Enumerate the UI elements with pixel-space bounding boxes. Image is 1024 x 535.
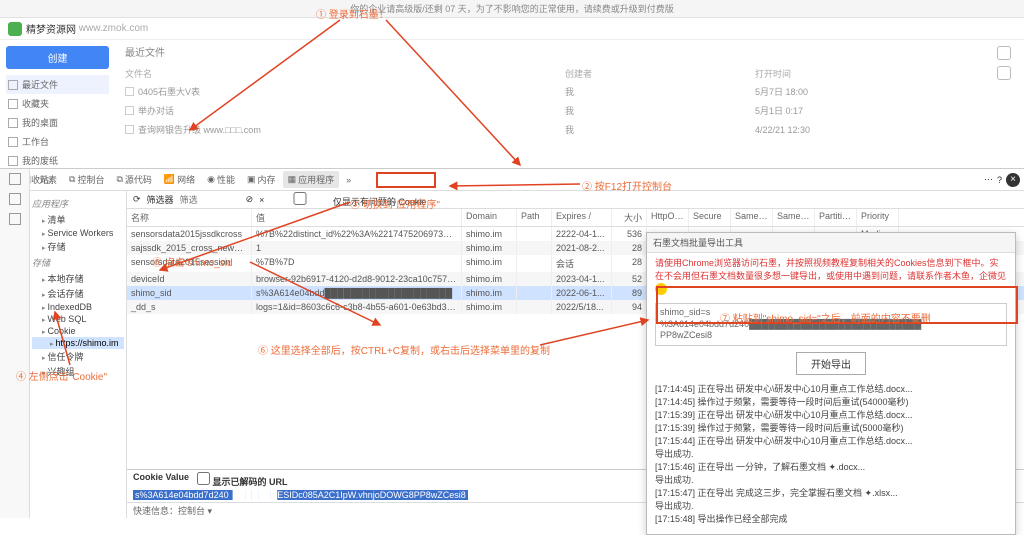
tab-more[interactable]: » — [341, 173, 356, 187]
sb-interest[interactable]: 兴趣组 — [32, 364, 124, 379]
nav-fav[interactable]: 收藏夹 — [6, 94, 109, 113]
devtools-sidebar: 应用程序 清单 Service Workers 存储 存储 本地存储 会话存储 … — [30, 191, 127, 518]
site-name: 精梦资源网 — [26, 21, 76, 36]
export-tool-popup: 石墨文档批量导出工具 请使用Chrome浏览器访问石墨，并按照视频教程复制相关的… — [646, 232, 1016, 535]
dots-icon[interactable]: ⋯ — [984, 174, 993, 185]
sb-websql[interactable]: Web SQL — [32, 313, 124, 325]
avatar-icon[interactable] — [997, 66, 1011, 80]
shimo-leftnav: 创建 最近文件 收藏夹 我的桌面 工作台 我的废纸 回收站 — [0, 40, 115, 168]
sb-manifest[interactable]: 清单 — [32, 212, 124, 227]
shimo-app: 创建 最近文件 收藏夹 我的桌面 工作台 我的废纸 回收站 最近文件 文件名创建… — [0, 40, 1024, 168]
decode-url-check[interactable]: 显示已解码的 URL — [197, 472, 288, 488]
only-issues-check[interactable]: 仅显示有问题的 Cookie — [270, 192, 426, 208]
sb-idb[interactable]: IndexedDB — [32, 301, 124, 313]
sb-sw[interactable]: Service Workers — [32, 227, 124, 239]
export-log: [17:14:45] 正在导出 研发中心\研发中心10月重点工作总结.docx.… — [647, 381, 1015, 535]
cookie-filter-bar: ⟳ 筛选器 ⊘ × 仅显示有问题的 Cookie — [127, 191, 1024, 209]
clear-icon[interactable]: ⊘ — [246, 194, 254, 205]
star-icon — [8, 99, 18, 109]
desktop-icon — [8, 118, 18, 128]
cookie-thead: 名称 值 Domain Path Expires / 大小 HttpOnly S… — [127, 209, 1024, 227]
file-header: 文件名创建者打开时间 — [125, 65, 974, 82]
tab-sources[interactable]: ⧉ 源代码 — [111, 171, 156, 188]
checkbox-icon[interactable] — [125, 87, 134, 96]
tab-elements[interactable]: 元素 — [34, 171, 62, 188]
site-url: www.zmok.com — [79, 23, 148, 34]
start-export-button[interactable]: 开始导出 — [796, 352, 866, 375]
tab-application[interactable]: ▦ 应用程序 — [283, 171, 340, 188]
shimo-right-tools — [984, 40, 1024, 168]
site-bar: 精梦资源网 www.zmok.com — [0, 18, 1024, 40]
sb-storage[interactable]: 存储 — [32, 239, 124, 254]
delete-icon[interactable]: × — [259, 195, 264, 205]
inspect-icon[interactable] — [9, 173, 21, 185]
section-title: 最近文件 — [125, 44, 974, 59]
file-row[interactable]: 举办对话我5月1日 0:17 — [125, 101, 974, 120]
file-row[interactable]: 0405石墨大V表我5月7日 18:00 — [125, 82, 974, 101]
sb-app-header: 应用程序 — [32, 197, 124, 210]
create-button[interactable]: 创建 — [6, 46, 109, 69]
nav-work[interactable]: 工作台 — [6, 132, 109, 151]
folder-icon — [8, 156, 18, 166]
rss-icon — [8, 137, 18, 147]
nav-recent[interactable]: 最近文件 — [6, 75, 109, 94]
site-logo-icon — [8, 22, 22, 36]
tab-perf[interactable]: ◉ 性能 — [202, 171, 240, 188]
cookie-value-label: Cookie Value — [133, 472, 189, 488]
close-icon[interactable]: × — [1006, 173, 1020, 187]
tab-memory[interactable]: ▣ 内存 — [242, 171, 281, 188]
devtools-iconcol — [0, 169, 30, 518]
nav-desktop[interactable]: 我的桌面 — [6, 113, 109, 132]
tab-network[interactable]: 📶 网络 — [159, 171, 200, 188]
devtools-tabs: 元素 ⧉ 控制台 ⧉ 源代码 📶 网络 ◉ 性能 ▣ 内存 ▦ 应用程序 » ⋯… — [30, 169, 1024, 191]
checkbox-icon[interactable] — [125, 106, 134, 115]
refresh-icon[interactable]: ⟳ — [133, 194, 141, 205]
sb-storage-header: 存储 — [32, 256, 124, 269]
promo-bar: 你的企业请高级版/还剩 07 天，为了不影响您的正常使用，请续费或升级到付费版 — [0, 0, 1024, 18]
bell-icon[interactable] — [997, 46, 1011, 60]
device-icon[interactable] — [9, 193, 21, 205]
recent-icon — [8, 80, 18, 90]
sb-cookie-host[interactable]: https://shimo.im — [32, 337, 124, 349]
file-row[interactable]: 查询网银告升级 www.□□□.com我4/22/21 12:30 — [125, 120, 974, 139]
nav-mine[interactable]: 我的废纸 — [6, 151, 109, 170]
help-icon[interactable]: ? — [997, 175, 1002, 185]
cookie-input[interactable]: shimo_sid=s %3A614e04bdd7d240███████████… — [655, 303, 1007, 346]
shimo-main: 最近文件 文件名创建者打开时间 0405石墨大V表我5月7日 18:00 举办对… — [115, 40, 984, 168]
checkbox-icon[interactable] — [125, 125, 134, 134]
filter-input[interactable] — [180, 195, 240, 205]
sb-local[interactable]: 本地存储 — [32, 271, 124, 286]
home-icon[interactable] — [9, 213, 21, 225]
popup-title: 石墨文档批量导出工具 — [647, 233, 1015, 253]
sb-trust[interactable]: 信任令牌 — [32, 349, 124, 364]
sb-cookie[interactable]: Cookie — [32, 325, 124, 337]
tab-console[interactable]: ⧉ 控制台 — [64, 171, 109, 188]
sb-session[interactable]: 会话存储 — [32, 286, 124, 301]
popup-note: 请使用Chrome浏览器访问石墨，并按照视频教程复制相关的Cookies信息到下… — [647, 253, 1015, 299]
smile-icon — [655, 283, 667, 295]
